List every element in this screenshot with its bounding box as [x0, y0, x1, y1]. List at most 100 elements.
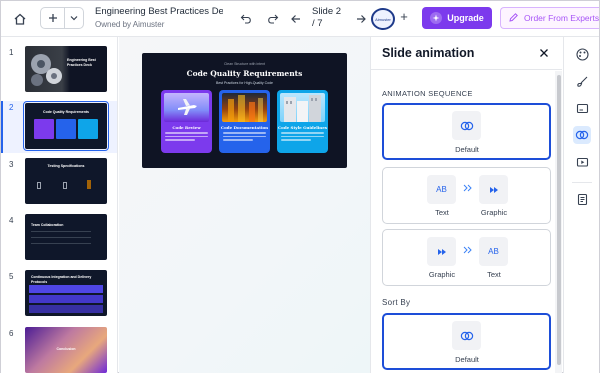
undo-icon[interactable] [238, 11, 254, 27]
sequence-option-text-then-graphic[interactable]: AB Text Graphic [382, 167, 551, 224]
slide-number: 2 [9, 103, 14, 112]
sequence-option-default[interactable]: Default [382, 103, 551, 160]
slide-kicker: Clean Structure with intent [223, 62, 266, 66]
slide-subtitle[interactable]: Best Practices for High-Quality Code [142, 81, 347, 85]
slide-preview: Team Collaboration [25, 214, 107, 260]
present-icon[interactable] [573, 153, 591, 171]
avatar-text: Aimuster [375, 16, 391, 22]
slide-counter-total: / 7 [312, 18, 323, 29]
brush-icon[interactable] [573, 72, 591, 90]
gears-image [31, 54, 62, 86]
sparkle-icon [430, 12, 443, 24]
upgrade-button[interactable]: Upgrade [422, 7, 492, 29]
airplane-image [164, 93, 209, 122]
animation-icon[interactable] [573, 126, 591, 144]
animation-sequence-label: ANIMATION SEQUENCE [382, 89, 473, 98]
slide-number: 1 [9, 48, 14, 57]
slide-thumbnail-6[interactable]: 6 Conclusion [1, 327, 117, 373]
slide-card-code-documentation[interactable]: Code Documentation [219, 90, 270, 153]
layout-icon[interactable] [573, 99, 591, 117]
current-slide[interactable]: Clean Structure with intent Code Quality… [142, 53, 347, 168]
next-slide-arrow-icon[interactable] [353, 11, 369, 27]
option-second-label: Text [487, 270, 501, 279]
palette-icon[interactable] [573, 45, 591, 63]
close-icon[interactable] [537, 46, 551, 60]
slide-number: 5 [9, 272, 14, 281]
slide-canvas: Clean Structure with intent Code Quality… [119, 37, 370, 373]
slide-preview-title: Team Collaboration [31, 223, 64, 227]
slide-number: 4 [9, 216, 14, 225]
card-title: Code Documentation [220, 125, 269, 130]
expert-label: Order From Experts [524, 13, 599, 23]
expert-pen-icon [508, 12, 519, 25]
panel-header: Slide animation [371, 37, 562, 70]
text-tile-icon: AB [479, 237, 508, 266]
card-title: Code Review [172, 125, 201, 130]
slide-thumbnail-1[interactable]: 1 Engineering Best Practices Deck [1, 46, 117, 98]
document-owner: Owned by Aimuster [95, 20, 165, 29]
add-slide-menu-chevron-icon[interactable] [65, 8, 83, 28]
home-icon[interactable] [10, 9, 30, 29]
night-skyline-image [222, 93, 267, 122]
slide-card-code-review[interactable]: Code Review [161, 90, 212, 153]
slide-preview-title: Engineering Best Practices Deck [67, 58, 96, 67]
order-from-experts-button[interactable]: Order From Experts [500, 7, 599, 29]
slide-number: 3 [9, 160, 14, 169]
buildings-image [280, 93, 325, 122]
right-tool-rail [563, 37, 599, 373]
scrollbar-thumb[interactable] [557, 75, 561, 365]
document-title[interactable]: Engineering Best Practices De... [95, 6, 223, 17]
card-title: Code Style Guidelines [277, 125, 328, 130]
upgrade-label: Upgrade [447, 13, 484, 23]
sort-option-default[interactable]: Default [382, 313, 551, 370]
slide-counter-current: Slide 2 [312, 6, 342, 17]
text-tile-icon: AB [427, 175, 456, 204]
default-sort-icon [452, 321, 481, 350]
slide-preview-title: Testing Specifications [47, 164, 85, 168]
slide-number: 6 [9, 329, 14, 338]
option-first-label: Text [435, 208, 449, 217]
rail-divider [572, 182, 592, 183]
slide-preview-title: Conclusion [56, 347, 76, 351]
option-label: Default [455, 145, 479, 154]
add-slide-button[interactable] [41, 8, 65, 28]
panel-body: ANIMATION SEQUENCE Default AB Text Graph… [371, 71, 555, 373]
sequence-arrow-icon [463, 246, 473, 256]
slide-title[interactable]: Code Quality Requirements [142, 69, 347, 78]
user-avatar[interactable]: Aimuster [371, 8, 395, 30]
slide-preview-title: Code Quality Requirements [43, 110, 89, 114]
slide-thumbnail-4[interactable]: 4 Team Collaboration [1, 214, 117, 266]
panel-scrollbar[interactable] [555, 71, 562, 373]
panel-title: Slide animation [382, 46, 475, 60]
option-second-label: Graphic [480, 208, 508, 217]
previous-slide-arrow-icon[interactable] [288, 11, 304, 27]
slide-preview: Testing Specifications [25, 158, 107, 204]
redo-icon[interactable] [265, 11, 281, 27]
sequence-option-graphic-then-text[interactable]: AB Graphic Text [382, 229, 551, 286]
slide-preview-title: Continuous Integration and Delivery Prot… [31, 275, 92, 284]
add-collaborator-button[interactable]: + [397, 10, 411, 24]
option-label: Default [455, 355, 479, 364]
notes-icon[interactable] [573, 190, 591, 208]
slide-thumbnail-list: 1 Engineering Best Practices Deck 2 Code… [1, 37, 118, 373]
slide-counter: Slide 2 / 7 [312, 6, 341, 30]
card-text-lines [223, 132, 266, 146]
add-slide-control [40, 7, 84, 29]
slide-preview: Code Quality Requirements [23, 101, 109, 151]
slide-preview: Continuous Integration and Delivery Prot… [25, 270, 107, 316]
graphic-tile-icon [479, 175, 508, 204]
default-animation-icon [452, 111, 481, 140]
card-text-lines [281, 132, 324, 146]
graphic-tile-icon [427, 237, 456, 266]
sort-by-label: Sort By [382, 298, 411, 307]
slide-thumbnail-2[interactable]: 2 Code Quality Requirements [1, 101, 117, 153]
slide-preview: Engineering Best Practices Deck [25, 46, 107, 92]
slide-card-code-style-guidelines[interactable]: Code Style Guidelines [277, 90, 328, 153]
slide-animation-panel: Slide animation ANIMATION SEQUENCE Defau… [370, 37, 562, 373]
top-bar: Engineering Best Practices De... Owned b… [1, 1, 599, 37]
sequence-arrow-icon [463, 184, 473, 194]
slide-thumbnail-5[interactable]: 5 Continuous Integration and Delivery Pr… [1, 270, 117, 322]
slide-thumbnail-3[interactable]: 3 Testing Specifications [1, 158, 117, 210]
slide-preview: Conclusion [25, 327, 107, 373]
option-first-label: Graphic [428, 270, 456, 279]
